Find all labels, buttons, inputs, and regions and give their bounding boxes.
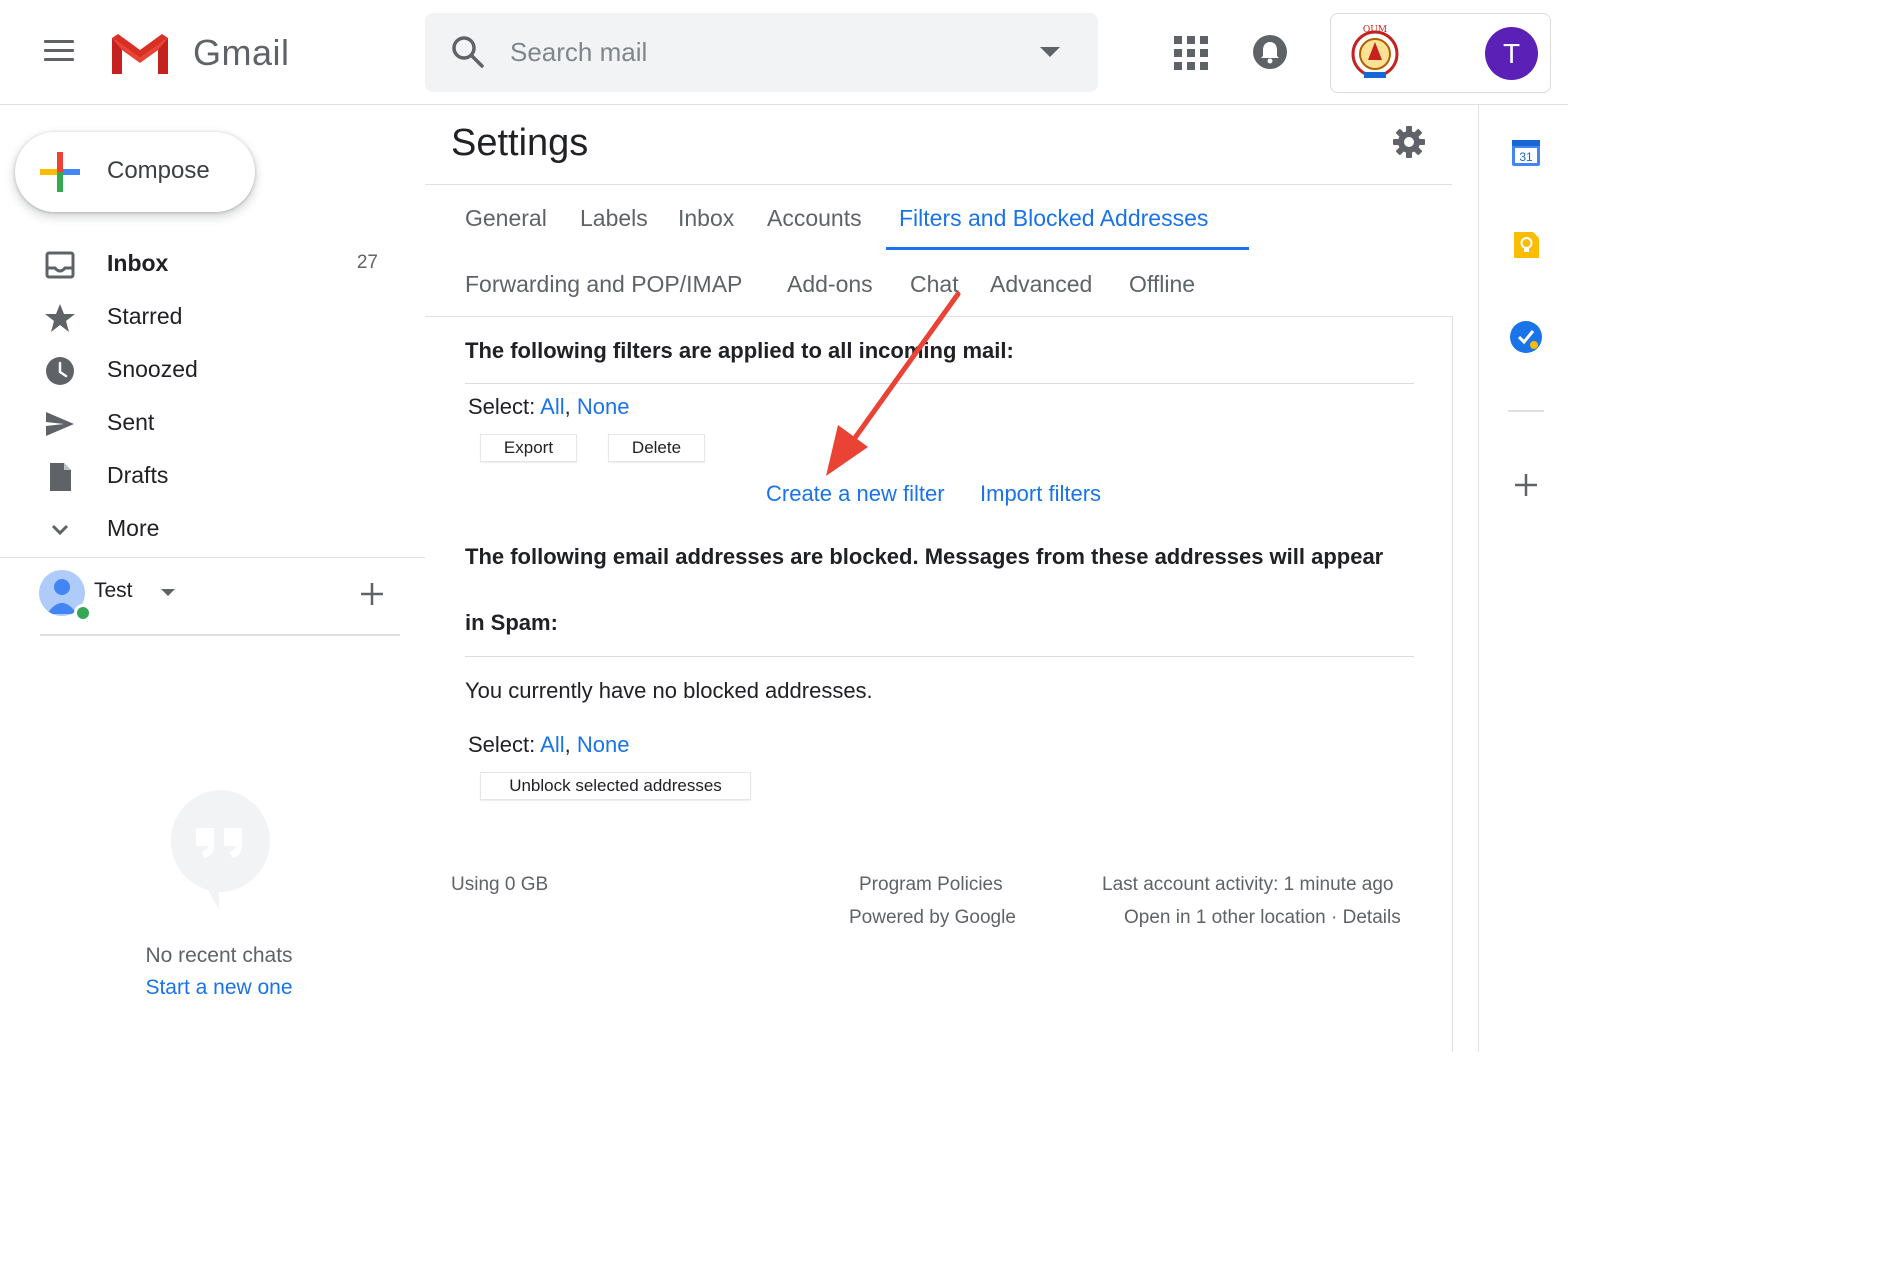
gmail-logo-icon[interactable]	[108, 30, 172, 76]
export-button[interactable]: Export	[480, 434, 577, 462]
tab-advanced[interactable]: Advanced	[990, 271, 1092, 298]
tasks-icon[interactable]	[1509, 320, 1543, 354]
hangouts-user-name[interactable]: Test	[94, 579, 133, 603]
calendar-day: 31	[1519, 150, 1533, 164]
active-tab-indicator	[886, 247, 1249, 250]
content-scroll-edge	[1452, 316, 1453, 1052]
tab-general[interactable]: General	[465, 205, 547, 232]
tab-filters-and-blocked-addresses[interactable]: Filters and Blocked Addresses	[899, 205, 1208, 232]
sidebar-item-sent[interactable]: Sent	[0, 397, 420, 450]
send-icon	[46, 412, 74, 436]
storage-usage-text: Using 0 GB	[451, 874, 549, 895]
delete-button[interactable]: Delete	[608, 434, 705, 462]
separator-dot: ·	[1331, 907, 1338, 928]
tab-inbox[interactable]: Inbox	[678, 205, 734, 232]
no-recent-chats-text: No recent chats	[145, 944, 293, 967]
no-blocked-addresses-text: You currently have no blocked addresses.	[465, 678, 873, 703]
tab-accounts[interactable]: Accounts	[767, 205, 862, 232]
sidebar-item-label: Sent	[107, 409, 155, 435]
select-all-blocked-link[interactable]: All	[540, 732, 564, 757]
tab-chat[interactable]: Chat	[910, 271, 959, 298]
search-options-icon[interactable]	[1040, 47, 1060, 57]
settings-header-divider	[425, 184, 1452, 185]
sidebar-item-inbox[interactable]: Inbox 27	[0, 238, 420, 291]
select-label: Select:	[468, 394, 536, 419]
hangouts-status-caret-icon[interactable]	[161, 589, 175, 596]
activity-details-link[interactable]: Details	[1343, 907, 1401, 928]
hangouts-quote-icon	[170, 790, 270, 910]
sidebar-item-label: Snoozed	[107, 356, 198, 382]
inbox-icon	[45, 251, 75, 279]
chevron-down-icon	[51, 524, 69, 536]
blocked-heading-line2: in Spam:	[465, 610, 558, 635]
open-locations-row: Open in 1 other location · Details	[1124, 907, 1401, 929]
search-icon[interactable]	[450, 34, 486, 70]
select-none-blocked-link[interactable]: None	[577, 732, 630, 757]
sidebar-item-snoozed[interactable]: Snoozed	[0, 344, 420, 397]
google-apps-icon[interactable]	[1174, 36, 1208, 70]
clock-icon	[46, 357, 74, 385]
import-filters-link[interactable]: Import filters	[980, 481, 1101, 507]
blocked-select-row: Select: All, None	[468, 732, 630, 757]
compose-label: Compose	[107, 157, 210, 184]
sidebar-divider	[0, 557, 425, 558]
filters-heading: The following filters are applied to all…	[465, 338, 1014, 363]
start-new-chat-link[interactable]: Start a new one	[0, 976, 438, 1000]
page-title: Settings	[451, 122, 589, 164]
program-policies-link[interactable]: Program Policies	[859, 874, 1003, 896]
tab-forwarding-pop-imap[interactable]: Forwarding and POP/IMAP	[465, 271, 742, 298]
sidebar-item-drafts[interactable]: Drafts	[0, 450, 420, 503]
blocked-divider	[465, 656, 1414, 657]
main-menu-icon[interactable]	[44, 40, 78, 66]
select-none-filters-link[interactable]: None	[577, 394, 630, 419]
side-panel-border	[1478, 105, 1479, 1052]
side-panel-divider	[1508, 410, 1544, 412]
sidebar-item-label: Starred	[107, 303, 183, 329]
svg-text:OUM: OUM	[1363, 25, 1387, 35]
sidebar-item-label: Inbox	[107, 250, 169, 276]
sidebar-item-more[interactable]: More	[0, 503, 420, 556]
tab-offline[interactable]: Offline	[1129, 271, 1195, 298]
last-activity-text: Last account activity: 1 minute ago	[1102, 874, 1394, 895]
tabs-divider	[425, 316, 1452, 317]
search-input[interactable]	[510, 30, 1010, 74]
gmail-wordmark: Gmail	[193, 32, 290, 73]
sidebar-item-label: Drafts	[107, 462, 169, 488]
new-conversation-plus-icon[interactable]	[358, 580, 386, 608]
get-addons-plus-icon[interactable]	[1513, 472, 1539, 498]
filters-select-row: Select: All, None	[468, 394, 630, 419]
powered-by-google-text: Powered by Google	[849, 907, 1016, 928]
tab-labels[interactable]: Labels	[580, 205, 648, 232]
calendar-icon[interactable]: 31	[1511, 137, 1541, 167]
organization-logo-icon[interactable]: OUM	[1344, 22, 1406, 82]
filters-divider	[465, 383, 1414, 384]
sidebar-item-label: More	[107, 515, 160, 541]
hangouts-divider	[40, 634, 400, 636]
online-status-dot	[74, 604, 92, 622]
select-all-filters-link[interactable]: All	[540, 394, 564, 419]
account-avatar[interactable]: T	[1485, 27, 1538, 80]
sidebar-item-starred[interactable]: Starred	[0, 291, 420, 344]
inbox-unread-count: 27	[356, 252, 378, 273]
compose-plus-icon	[40, 152, 80, 192]
open-locations-text: Open in 1 other location	[1124, 907, 1326, 928]
tab-add-ons[interactable]: Add-ons	[787, 271, 873, 298]
unblock-selected-addresses-button[interactable]: Unblock selected addresses	[480, 772, 751, 800]
blocked-heading-line1: The following email addresses are blocke…	[465, 544, 1384, 569]
keep-icon[interactable]	[1513, 230, 1540, 260]
select-label: Select:	[468, 732, 536, 757]
gear-icon[interactable]	[1392, 125, 1426, 159]
star-icon	[45, 304, 75, 332]
create-new-filter-link[interactable]: Create a new filter	[766, 481, 945, 507]
notifications-bell-icon[interactable]	[1252, 34, 1288, 70]
draft-icon	[50, 463, 71, 491]
